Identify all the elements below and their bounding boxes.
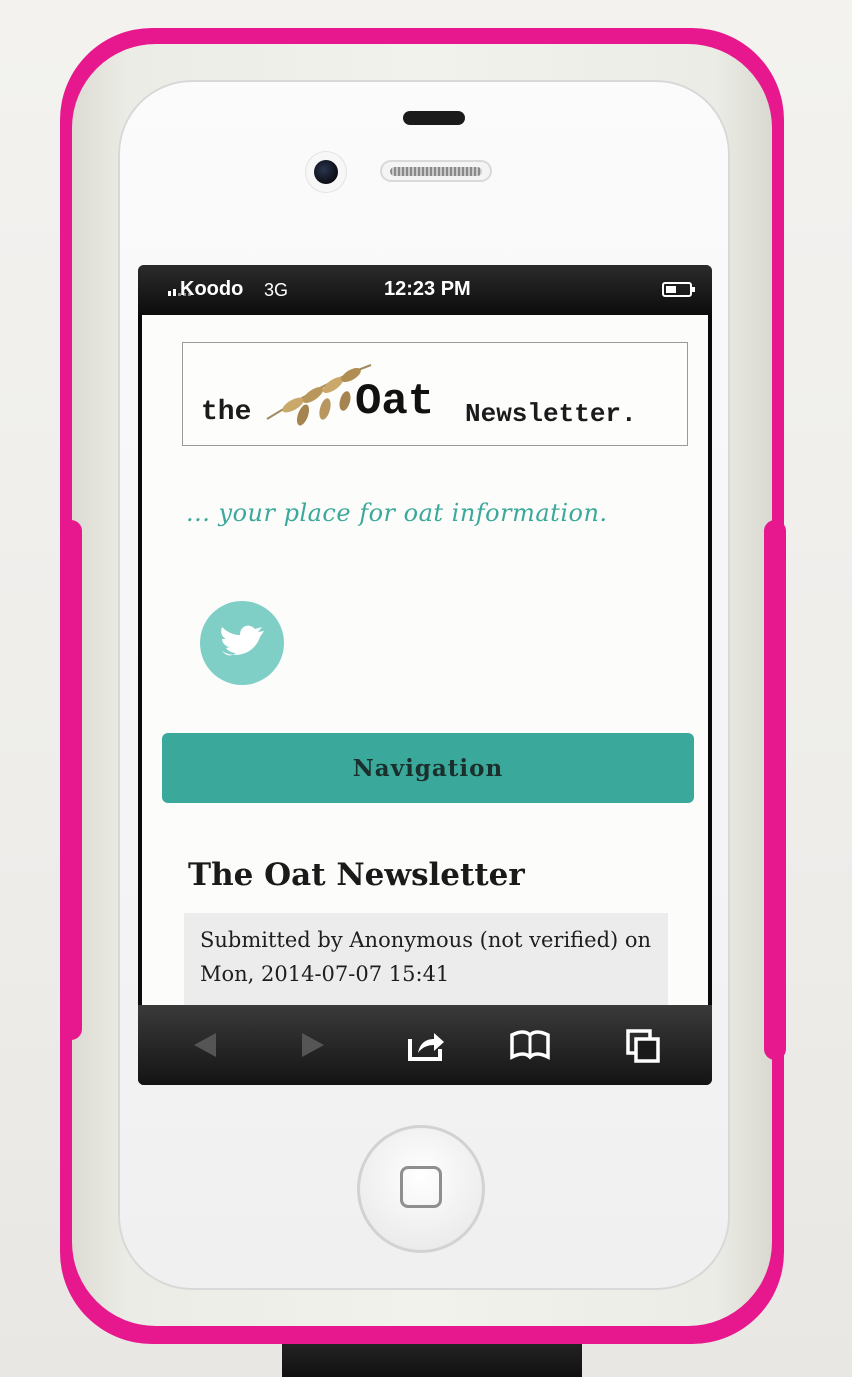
logo-word-the: the (201, 397, 252, 428)
webpage-content: the Oat Newsletter. ... your place for o… (142, 315, 708, 1005)
network-type: 3G (264, 280, 289, 300)
top-speaker-slot (403, 111, 465, 125)
status-time: 12:23 PM (384, 278, 471, 300)
status-bar: Koodo 3G 12:23 PM (138, 265, 712, 315)
tabs-icon[interactable] (622, 1023, 666, 1067)
navigation-button[interactable]: Navigation (162, 733, 694, 803)
safari-toolbar (138, 1005, 712, 1085)
front-camera-icon (314, 160, 338, 184)
carrier-name: Koodo (180, 278, 244, 300)
logo-word-oat: Oat (355, 377, 435, 427)
earpiece-grille (390, 167, 482, 176)
home-square-icon (400, 1166, 442, 1208)
phone-screen: Koodo 3G 12:23 PM the Oat Newsletter. ..… (138, 265, 712, 1085)
site-logo[interactable]: the Oat Newsletter. (182, 342, 688, 446)
article-submitted-info: Submitted by Anonymous (not verified) on… (184, 913, 668, 1005)
article-title[interactable]: The Oat Newsletter (188, 857, 525, 893)
battery-icon (662, 282, 695, 297)
site-tagline: ... your place for oat information. (186, 499, 608, 527)
logo-word-newsletter: Newsletter. (465, 399, 637, 429)
forward-arrow-icon[interactable] (290, 1023, 334, 1067)
back-arrow-icon[interactable] (186, 1023, 230, 1067)
case-side-left (60, 520, 82, 1040)
bookmarks-icon[interactable] (508, 1023, 552, 1067)
twitter-bird-icon[interactable] (200, 601, 284, 685)
case-side-right (764, 520, 786, 1060)
share-icon[interactable] (404, 1023, 448, 1067)
